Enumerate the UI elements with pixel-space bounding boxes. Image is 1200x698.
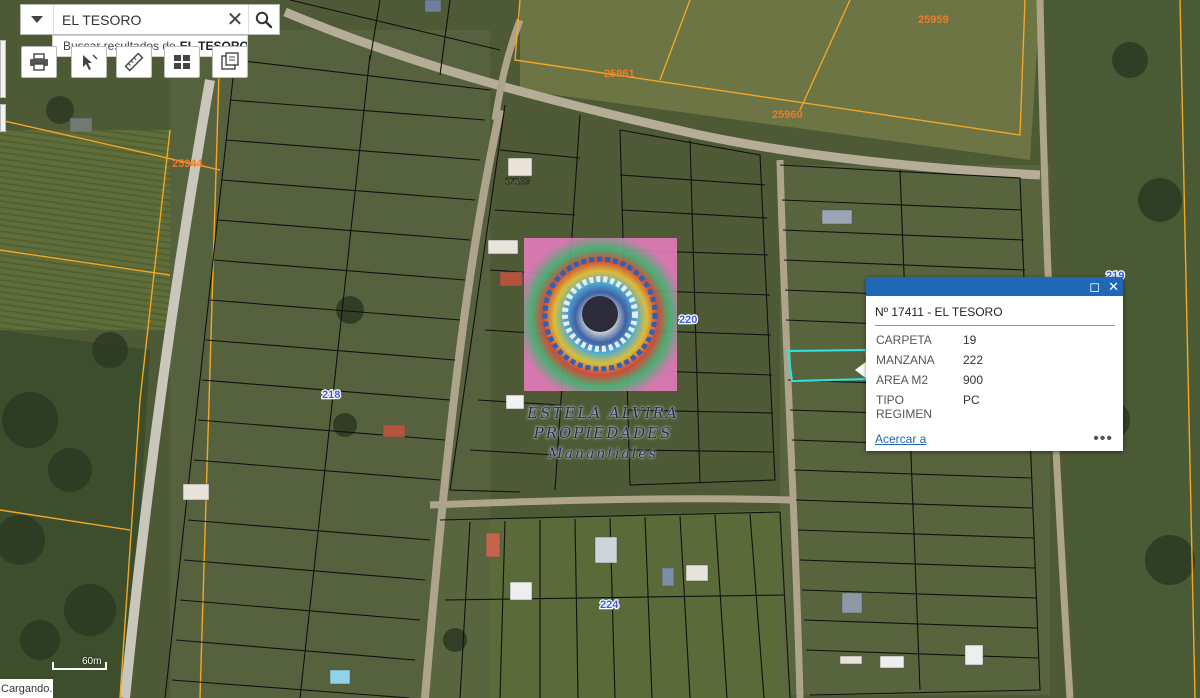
- maximize-icon[interactable]: ◻: [1089, 280, 1100, 293]
- parcel-label: 25959: [918, 14, 949, 26]
- attribute-value: 19: [963, 333, 977, 347]
- search-button[interactable]: [248, 5, 279, 34]
- zoom-to-link[interactable]: Acercar a: [875, 432, 926, 446]
- print-icon: [30, 53, 48, 71]
- table-row: TIPO REGIMEN PC: [876, 391, 983, 423]
- watermark-line-3: Manantiales: [548, 446, 658, 462]
- feature-popup: ◻ ✕ Nº 17411 - EL TESORO CARPETA 19 MANZ…: [866, 277, 1123, 451]
- measure-icon: [124, 52, 144, 72]
- popup-header: ◻ ✕: [866, 277, 1123, 296]
- attribute-key: TIPO REGIMEN: [876, 393, 933, 421]
- search-source-dropdown[interactable]: [21, 5, 54, 34]
- identify-button[interactable]: [71, 46, 107, 78]
- block-label: 220: [679, 314, 697, 326]
- more-actions-icon[interactable]: •••: [1093, 431, 1113, 447]
- left-panel-edge[interactable]: [0, 40, 6, 98]
- close-icon[interactable]: ✕: [1108, 280, 1119, 293]
- search-input[interactable]: [54, 6, 222, 33]
- layer-list-icon: [221, 52, 239, 70]
- layer-list-button[interactable]: [212, 46, 248, 78]
- parcel-label: 25944: [172, 158, 203, 170]
- basemap-gallery-icon: [174, 55, 190, 69]
- watermark-line-1: ESTELA ALVIRA: [527, 404, 679, 422]
- clear-search-button[interactable]: ✕: [222, 5, 248, 34]
- attribute-key: CARPETA: [876, 333, 932, 347]
- attribute-value: 222: [963, 353, 984, 367]
- table-row: CARPETA 19: [876, 331, 983, 351]
- print-button[interactable]: [21, 46, 57, 78]
- search-widget: ✕: [20, 4, 280, 35]
- identify-icon: [83, 54, 98, 70]
- popup-title: Nº 17411 - EL TESORO: [875, 305, 1115, 326]
- attribute-key: AREA M2: [876, 373, 929, 387]
- parcel-label: 25960: [772, 109, 803, 121]
- parcel-label: 25961: [604, 68, 635, 80]
- block-label: 218: [322, 389, 340, 401]
- block-label: 224: [600, 599, 619, 611]
- popup-attributes: CARPETA 19 MANZANA 222 AREA M2 900 TIPO …: [876, 331, 983, 423]
- close-icon: ✕: [226, 9, 244, 31]
- table-row: MANZANA 222: [876, 351, 983, 371]
- loading-status: Cargando...: [0, 679, 53, 698]
- watermark-logo: [524, 238, 677, 391]
- search-icon: [255, 11, 273, 28]
- caret-down-icon: [31, 16, 43, 23]
- left-panel-edge[interactable]: [0, 104, 6, 132]
- attribute-value: PC: [963, 393, 980, 407]
- attribute-value: 900: [963, 373, 984, 387]
- basemap-gallery-button[interactable]: [164, 46, 200, 78]
- measure-button[interactable]: [116, 46, 152, 78]
- popup-footer: Acercar a •••: [875, 431, 1113, 447]
- house-number-label: 17123: [505, 176, 530, 186]
- scale-label: 60m: [82, 656, 102, 667]
- watermark-line-2: PROPIEDADES: [533, 424, 673, 442]
- table-row: AREA M2 900: [876, 371, 983, 391]
- attribute-key: MANZANA: [876, 353, 935, 367]
